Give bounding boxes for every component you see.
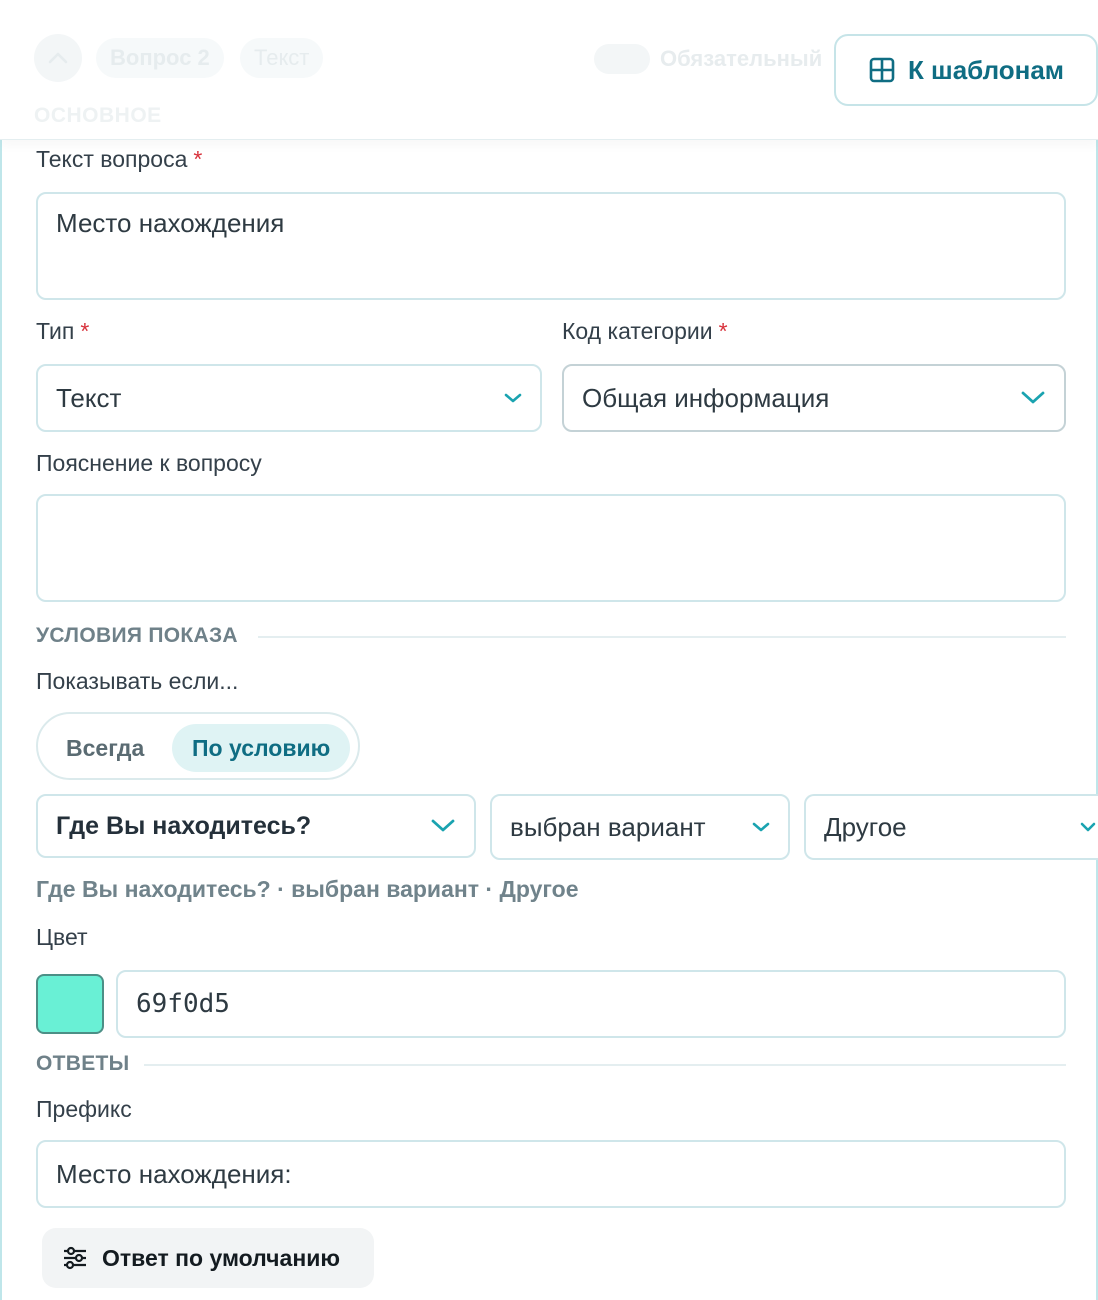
color-label: Цвет bbox=[36, 924, 88, 950]
default-answer-label: Ответ по умолчанию bbox=[102, 1244, 340, 1271]
prefix-input[interactable]: Место нахождения: bbox=[36, 1140, 1066, 1208]
grid-icon bbox=[868, 56, 896, 84]
sliders-icon bbox=[62, 1246, 88, 1270]
question-type-badge: Текст bbox=[240, 38, 324, 78]
category-label: Код категории * bbox=[562, 318, 728, 344]
color-hex-input[interactable]: 69f0d5 bbox=[116, 970, 1066, 1038]
type-select[interactable]: Текст bbox=[36, 364, 542, 432]
category-select[interactable]: Общая информация bbox=[562, 364, 1066, 432]
section-divider bbox=[144, 1064, 1066, 1066]
condition-operator-value: выбран вариант bbox=[510, 811, 706, 842]
prefix-label: Префикс bbox=[36, 1096, 132, 1122]
chevron-down-icon bbox=[504, 392, 522, 404]
answers-section-title: ОТВЕТЫ bbox=[36, 1052, 130, 1075]
question-text-label: Текст вопроса * bbox=[36, 146, 203, 172]
chevron-down-icon bbox=[752, 821, 770, 833]
condition-summary: Где Вы находитесь? · выбран вариант · Др… bbox=[36, 876, 579, 902]
chevron-down-icon bbox=[1080, 821, 1096, 833]
default-answer-button[interactable]: Ответ по умолчанию bbox=[42, 1228, 374, 1288]
prefix-value: Место нахождения: bbox=[56, 1158, 292, 1189]
collapse-button[interactable] bbox=[34, 34, 82, 82]
condition-value-select[interactable]: Другое bbox=[804, 794, 1098, 860]
condition-operator-select[interactable]: выбран вариант bbox=[490, 794, 790, 860]
basic-section-title: ОСНОВНОЕ bbox=[34, 104, 162, 127]
condition-question-select[interactable]: Где Вы находитесь? bbox=[36, 794, 476, 858]
option-by-condition[interactable]: По условию bbox=[172, 724, 351, 772]
question-number-badge: Вопрос 2 bbox=[96, 38, 224, 78]
section-divider bbox=[258, 636, 1066, 638]
required-mark: * bbox=[718, 318, 728, 344]
category-select-value: Общая информация bbox=[582, 382, 830, 413]
chevron-down-icon bbox=[430, 818, 456, 834]
explanation-label: Пояснение к вопросу bbox=[36, 450, 262, 476]
color-swatch[interactable] bbox=[36, 974, 104, 1034]
required-toggle[interactable] bbox=[594, 44, 650, 74]
required-mark: * bbox=[193, 146, 203, 172]
chevron-down-icon bbox=[1020, 390, 1046, 406]
show-if-label: Показывать если... bbox=[36, 668, 239, 694]
templates-button-label: К шаблонам bbox=[907, 54, 1065, 85]
templates-button[interactable]: К шаблонам bbox=[834, 34, 1098, 106]
question-text-value: Место нахождения bbox=[56, 208, 285, 238]
required-toggle-label: Обязательный bbox=[660, 46, 823, 71]
type-label: Тип * bbox=[36, 318, 90, 344]
question-card: Текст вопроса * Место нахождения Тип * Тек… bbox=[0, 0, 1098, 1300]
condition-value-value: Другое bbox=[824, 811, 907, 842]
option-always[interactable]: Всегда bbox=[46, 724, 164, 772]
type-select-value: Текст bbox=[56, 382, 122, 413]
color-hex-value: 69f0d5 bbox=[136, 989, 230, 1019]
question-text-field[interactable]: Место нахождения bbox=[36, 192, 1066, 300]
condition-question-value: Где Вы находитесь? bbox=[56, 811, 312, 840]
conditions-section-title: УСЛОВИЯ ПОКАЗА bbox=[36, 624, 238, 647]
show-mode-toggle: Всегда По условию bbox=[36, 712, 360, 780]
required-mark: * bbox=[80, 318, 90, 344]
chevron-up-icon bbox=[46, 50, 70, 66]
explanation-field[interactable] bbox=[36, 494, 1066, 602]
